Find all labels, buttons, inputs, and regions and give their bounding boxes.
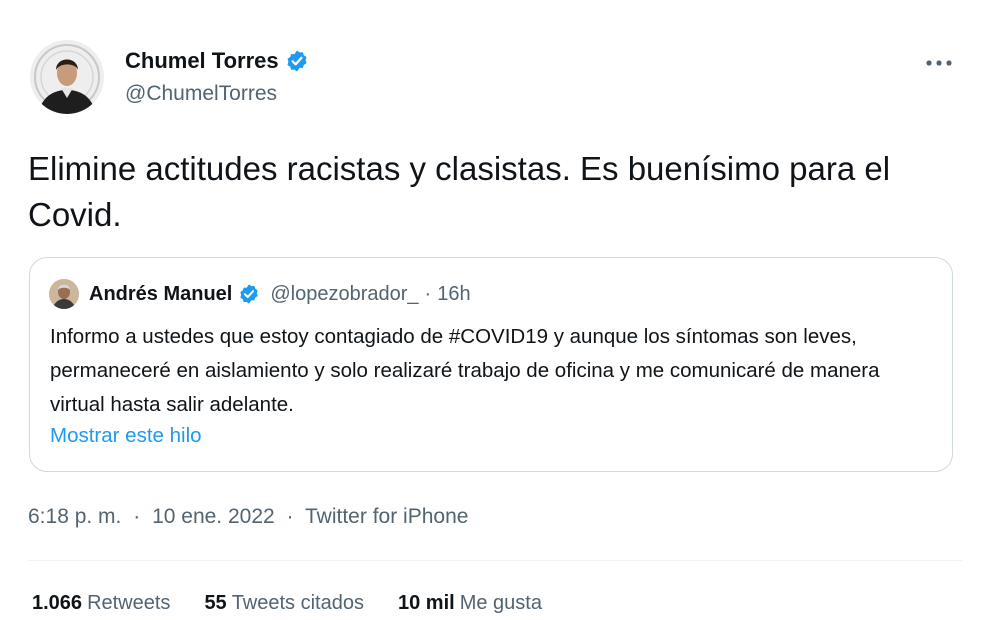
retweets-label: Retweets bbox=[87, 592, 171, 614]
likes-label: Me gusta bbox=[459, 592, 542, 614]
profile-photo-icon bbox=[49, 279, 79, 309]
quoted-tweet-card[interactable]: Andrés Manuel @lopezobrador_ · 16h Infor… bbox=[29, 257, 953, 472]
tweet-stats: 1.066 Retweets 55 Tweets citados 10 mil Me … bbox=[32, 592, 542, 615]
quote-tweets-stat[interactable]: 55 Tweets citados bbox=[204, 592, 364, 615]
more-options-button[interactable] bbox=[922, 50, 956, 76]
verified-badge-icon bbox=[285, 49, 309, 73]
divider bbox=[28, 560, 962, 561]
author-handle[interactable]: @ChumelTorres bbox=[125, 82, 277, 106]
meta-separator: · bbox=[286, 505, 294, 528]
retweets-count: 1.066 bbox=[32, 592, 83, 614]
quoted-author-avatar bbox=[49, 279, 79, 309]
quoted-tweet-header: Andrés Manuel @lopezobrador_ · 16h bbox=[49, 279, 471, 309]
quote-tweets-label: Tweets citados bbox=[231, 592, 364, 614]
quote-tweets-count: 55 bbox=[204, 592, 227, 614]
likes-count: 10 mil bbox=[397, 592, 455, 614]
verified-badge-icon bbox=[238, 283, 260, 305]
tweet-detail: Chumel Torres @ChumelTorres Elimine acti… bbox=[0, 0, 990, 620]
quoted-tweet-text: Informo a ustedes que estoy contagiado d… bbox=[50, 325, 880, 416]
quoted-tweet-time[interactable]: 16h bbox=[437, 283, 470, 306]
author-name-row: Chumel Torres bbox=[125, 48, 309, 74]
likes-stat[interactable]: 10 mil Me gusta bbox=[398, 592, 542, 615]
retweets-stat[interactable]: 1.066 Retweets bbox=[32, 592, 170, 615]
more-options-icon bbox=[926, 60, 952, 66]
tweet-date[interactable]: 10 ene. 2022 bbox=[152, 505, 275, 528]
show-thread-link[interactable]: Mostrar este hilo bbox=[50, 424, 202, 448]
tweet-source[interactable]: Twitter for iPhone bbox=[305, 505, 468, 528]
profile-photo-icon bbox=[30, 40, 104, 114]
quoted-author-display-name[interactable]: Andrés Manuel bbox=[89, 283, 232, 306]
quoted-author-handle[interactable]: @lopezobrador_ bbox=[270, 283, 418, 306]
quoted-header-separator: · bbox=[424, 282, 432, 305]
author-avatar[interactable] bbox=[30, 40, 104, 114]
author-display-name[interactable]: Chumel Torres bbox=[125, 48, 279, 74]
meta-separator: · bbox=[133, 505, 141, 528]
tweet-text: Elimine actitudes racistas y clasistas. … bbox=[28, 150, 891, 233]
tweet-time[interactable]: 6:18 p. m. bbox=[28, 505, 121, 528]
tweet-meta: 6:18 p. m. · 10 ene. 2022 · Twitter for … bbox=[28, 505, 468, 529]
